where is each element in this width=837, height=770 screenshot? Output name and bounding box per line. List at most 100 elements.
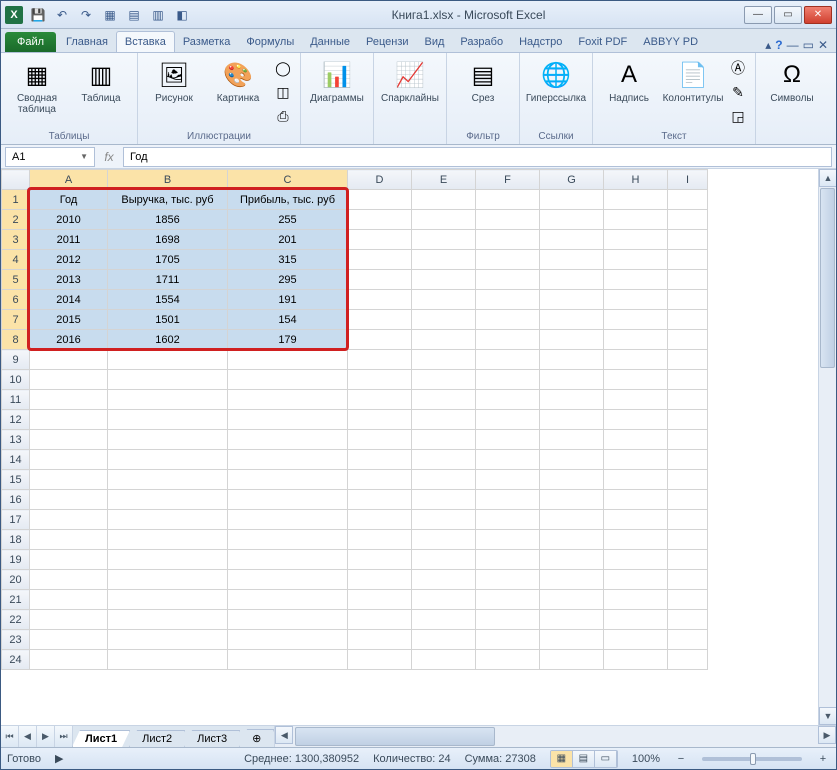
cell-I19[interactable]	[668, 550, 708, 570]
cell-C2[interactable]: 255	[228, 210, 348, 230]
cell-E12[interactable]	[412, 410, 476, 430]
cell-E15[interactable]	[412, 470, 476, 490]
row-header-16[interactable]: 16	[2, 490, 30, 510]
scroll-left-button[interactable]: ◀	[275, 726, 293, 744]
cell-F7[interactable]	[476, 310, 540, 330]
row-header-24[interactable]: 24	[2, 650, 30, 670]
row-header-4[interactable]: 4	[2, 250, 30, 270]
minimize-button[interactable]: —	[744, 6, 772, 24]
cell-G7[interactable]	[540, 310, 604, 330]
cell-I20[interactable]	[668, 570, 708, 590]
cell-G12[interactable]	[540, 410, 604, 430]
sheet-tab-Лист2[interactable]: Лист2	[129, 730, 185, 747]
view-normal-button[interactable]: ▦	[551, 751, 573, 767]
cell-G14[interactable]	[540, 450, 604, 470]
cell-C19[interactable]	[228, 550, 348, 570]
cell-H11[interactable]	[604, 390, 668, 410]
doc-close-icon[interactable]: ✕	[818, 38, 828, 52]
row-header-5[interactable]: 5	[2, 270, 30, 290]
cell-G19[interactable]	[540, 550, 604, 570]
formula-input[interactable]: Год	[123, 147, 832, 167]
cell-D15[interactable]	[348, 470, 412, 490]
cell-D7[interactable]	[348, 310, 412, 330]
cell-H6[interactable]	[604, 290, 668, 310]
cell-C14[interactable]	[228, 450, 348, 470]
cell-C15[interactable]	[228, 470, 348, 490]
ribbon-tab-данные[interactable]: Данные	[302, 32, 358, 52]
cell-C3[interactable]: 201	[228, 230, 348, 250]
cell-C21[interactable]	[228, 590, 348, 610]
cell-B21[interactable]	[108, 590, 228, 610]
ribbon-tab-главная[interactable]: Главная	[58, 32, 116, 52]
cell-I2[interactable]	[668, 210, 708, 230]
save-button[interactable]: 💾	[27, 5, 49, 25]
ribbon-tab-foxit pdf[interactable]: Foxit PDF	[570, 32, 635, 52]
cell-G15[interactable]	[540, 470, 604, 490]
cell-D6[interactable]	[348, 290, 412, 310]
cell-G24[interactable]	[540, 650, 604, 670]
cell-E8[interactable]	[412, 330, 476, 350]
cell-H2[interactable]	[604, 210, 668, 230]
row-header-15[interactable]: 15	[2, 470, 30, 490]
cell-I18[interactable]	[668, 530, 708, 550]
cell-G9[interactable]	[540, 350, 604, 370]
cell-H5[interactable]	[604, 270, 668, 290]
cell-F6[interactable]	[476, 290, 540, 310]
cell-D24[interactable]	[348, 650, 412, 670]
qat-btn-1[interactable]: ▦	[99, 5, 121, 25]
row-header-17[interactable]: 17	[2, 510, 30, 530]
column-header-B[interactable]: B	[108, 170, 228, 190]
cell-C16[interactable]	[228, 490, 348, 510]
cell-H1[interactable]	[604, 190, 668, 210]
cell-I23[interactable]	[668, 630, 708, 650]
cell-E7[interactable]	[412, 310, 476, 330]
cell-G23[interactable]	[540, 630, 604, 650]
cell-B6[interactable]: 1554	[108, 290, 228, 310]
cell-B7[interactable]: 1501	[108, 310, 228, 330]
sheet-nav-prev[interactable]: ◀	[19, 726, 37, 747]
cell-F21[interactable]	[476, 590, 540, 610]
header-footer-button[interactable]: 📄 Колонтитулы	[663, 57, 723, 106]
picture-button[interactable]: 🖼 Рисунок	[144, 57, 204, 106]
table-button[interactable]: ▥ Таблица	[71, 57, 131, 106]
cell-D21[interactable]	[348, 590, 412, 610]
help-icon[interactable]: ?	[775, 38, 782, 52]
cell-D3[interactable]	[348, 230, 412, 250]
cell-B3[interactable]: 1698	[108, 230, 228, 250]
scroll-up-button[interactable]: ▲	[819, 169, 836, 187]
cell-A21[interactable]	[30, 590, 108, 610]
cell-D1[interactable]	[348, 190, 412, 210]
cell-I7[interactable]	[668, 310, 708, 330]
cell-D4[interactable]	[348, 250, 412, 270]
cell-C24[interactable]	[228, 650, 348, 670]
cell-C10[interactable]	[228, 370, 348, 390]
row-header-1[interactable]: 1	[2, 190, 30, 210]
cell-I9[interactable]	[668, 350, 708, 370]
cell-G6[interactable]	[540, 290, 604, 310]
cell-B18[interactable]	[108, 530, 228, 550]
new-sheet-button[interactable]: ⊕	[239, 729, 274, 747]
cell-D16[interactable]	[348, 490, 412, 510]
row-header-18[interactable]: 18	[2, 530, 30, 550]
doc-restore-icon[interactable]: ▭	[803, 38, 814, 52]
cell-D12[interactable]	[348, 410, 412, 430]
cell-I5[interactable]	[668, 270, 708, 290]
cell-C22[interactable]	[228, 610, 348, 630]
cell-E6[interactable]	[412, 290, 476, 310]
row-header-3[interactable]: 3	[2, 230, 30, 250]
cell-A17[interactable]	[30, 510, 108, 530]
redo-button[interactable]: ↷	[75, 5, 97, 25]
cell-B22[interactable]	[108, 610, 228, 630]
cell-G2[interactable]	[540, 210, 604, 230]
cell-A16[interactable]	[30, 490, 108, 510]
cell-A19[interactable]	[30, 550, 108, 570]
row-header-7[interactable]: 7	[2, 310, 30, 330]
row-header-8[interactable]: 8	[2, 330, 30, 350]
fx-button[interactable]: fx	[99, 147, 119, 167]
cell-H7[interactable]	[604, 310, 668, 330]
cell-D17[interactable]	[348, 510, 412, 530]
grid-scroll[interactable]: ABCDEFGHI1ГодВыручка, тыс. рубПрибыль, т…	[1, 169, 818, 725]
zoom-level[interactable]: 100%	[632, 753, 660, 765]
cell-D10[interactable]	[348, 370, 412, 390]
cell-G8[interactable]	[540, 330, 604, 350]
